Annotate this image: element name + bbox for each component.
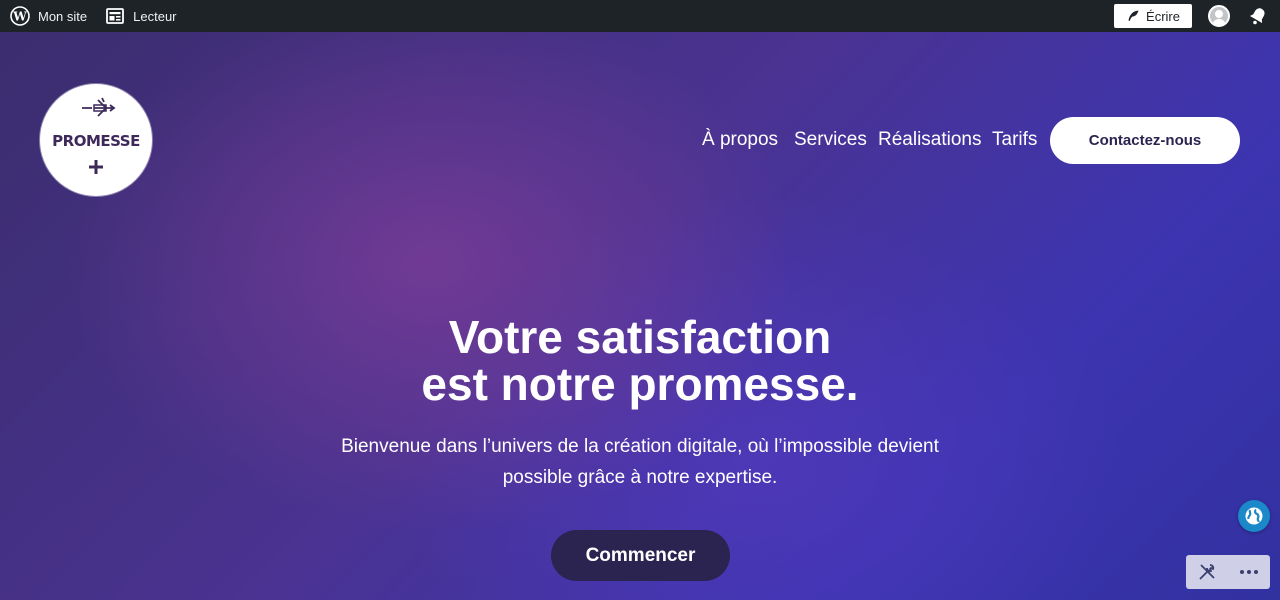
hero-subtitle: Bienvenue dans l’univers de la création … xyxy=(320,431,960,493)
write-label: Écrire xyxy=(1146,8,1180,24)
reader-label: Lecteur xyxy=(133,8,177,24)
my-site-label: Mon site xyxy=(38,8,88,24)
more-icon[interactable] xyxy=(1235,558,1263,586)
avatar-icon[interactable] xyxy=(1208,5,1230,27)
headline-line-1: Votre satisfaction xyxy=(448,311,832,363)
wordpress-icon: W xyxy=(10,6,30,26)
floating-toolbar xyxy=(1186,555,1270,589)
nav-item-tarifs[interactable]: Tarifs xyxy=(992,129,1037,151)
svg-text:W: W xyxy=(12,10,27,24)
start-button[interactable]: Commencer xyxy=(551,530,730,581)
admin-bar: W Mon site Lecteur Écrire xyxy=(0,0,1280,32)
reader-menu[interactable]: Lecteur xyxy=(97,0,184,32)
my-site-menu[interactable]: W Mon site xyxy=(2,0,95,32)
tools-icon[interactable] xyxy=(1193,558,1221,586)
feather-icon xyxy=(1126,9,1140,23)
admin-bar-left: W Mon site Lecteur xyxy=(0,0,185,32)
main-nav: À propos Services Réalisations Tarifs Co… xyxy=(0,117,1280,165)
subtitle-line-1: Bienvenue dans l’univers de la création … xyxy=(341,436,939,457)
bell-icon[interactable] xyxy=(1248,6,1268,26)
headline-line-2: est notre promesse. xyxy=(421,358,859,410)
contact-button[interactable]: Contactez-nous xyxy=(1050,117,1240,164)
nav-item-services[interactable]: Services xyxy=(794,129,867,151)
admin-bar-right: Écrire xyxy=(1114,4,1280,28)
globe-icon[interactable] xyxy=(1238,500,1270,532)
write-button[interactable]: Écrire xyxy=(1114,4,1192,28)
reader-icon xyxy=(105,6,125,26)
subtitle-line-2: possible grâce à notre expertise. xyxy=(502,467,778,488)
nav-item-about[interactable]: À propos xyxy=(702,129,778,151)
hero-section: PROMESSE À propos Services Réalisations … xyxy=(0,32,1280,600)
hero-headline: Votre satisfaction est notre promesse. xyxy=(0,314,1280,408)
nav-item-realisations[interactable]: Réalisations xyxy=(878,129,982,151)
